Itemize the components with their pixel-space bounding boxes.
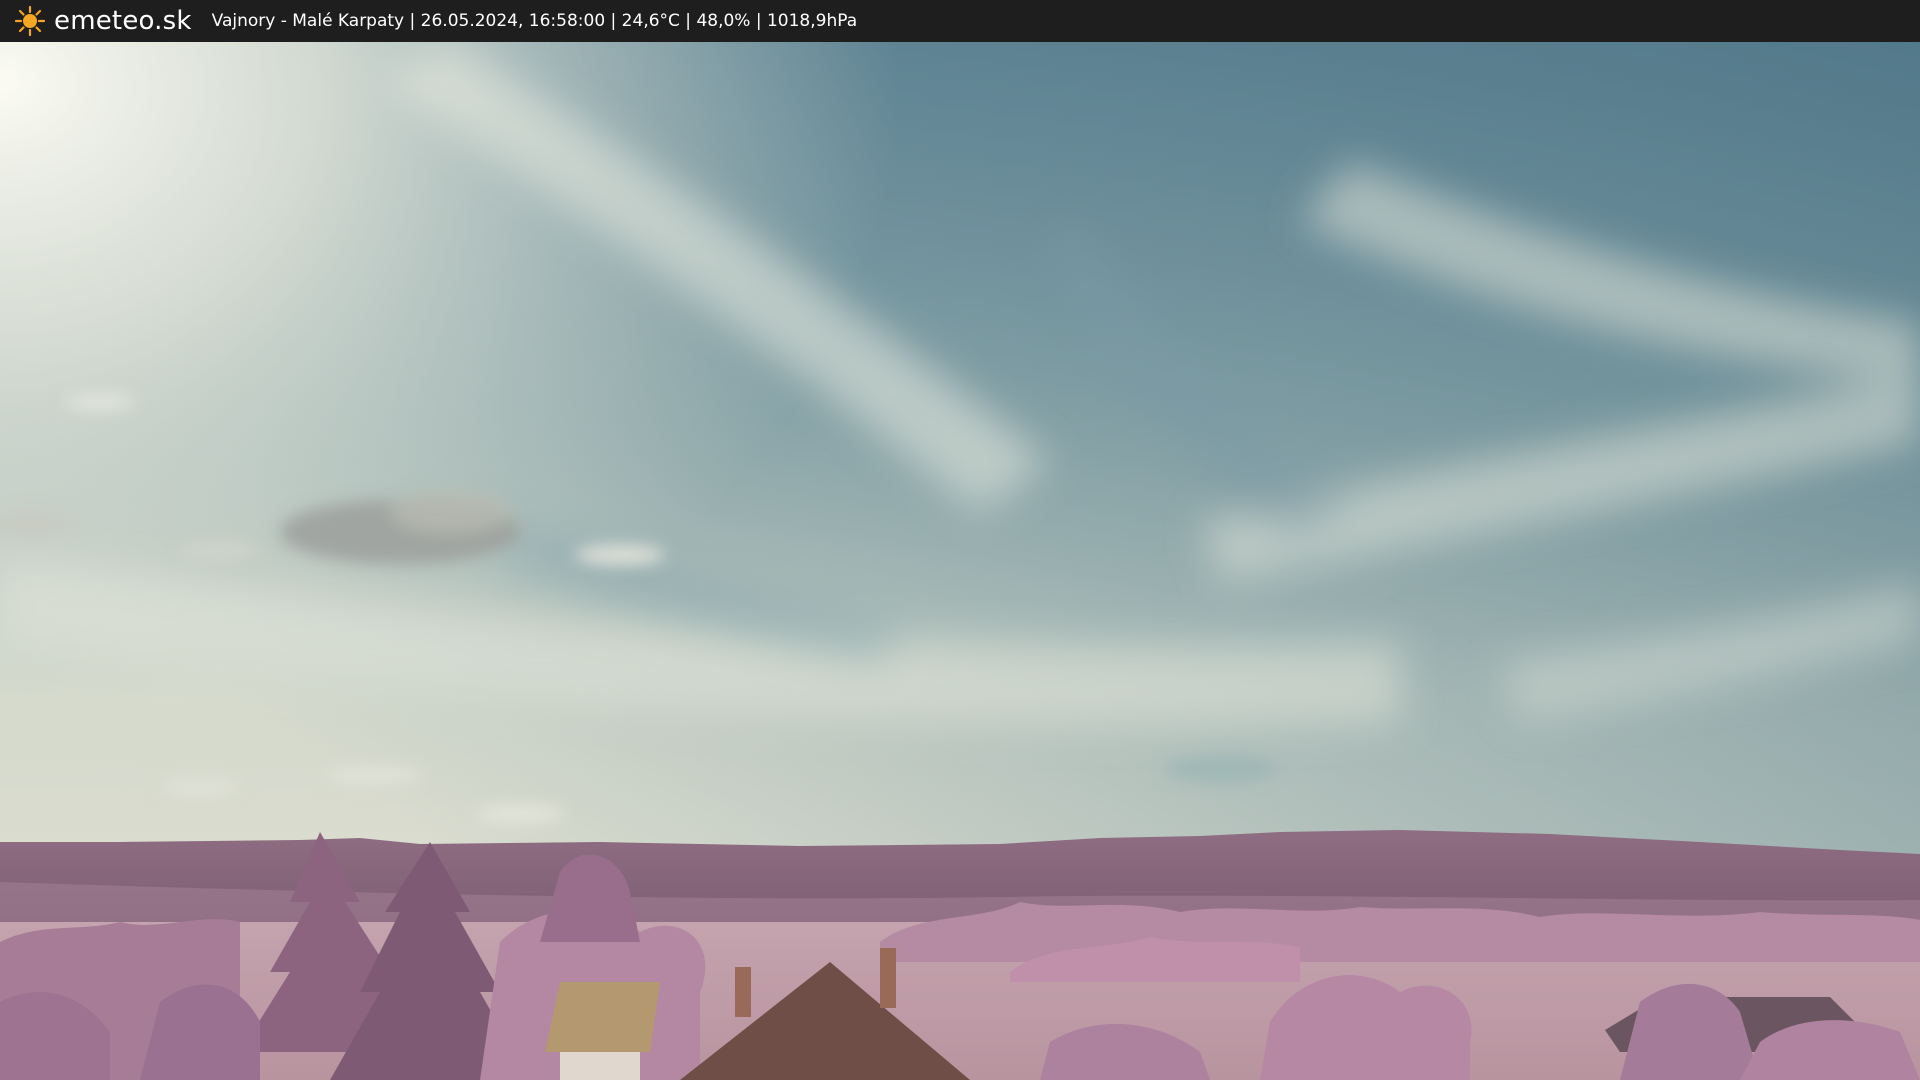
caption-bar: emeteo.sk Vajnory - Malé Karpaty | 26.05…: [0, 0, 1920, 42]
sun-icon: [14, 5, 46, 37]
station-caption: Vajnory - Malé Karpaty | 26.05.2024, 16:…: [211, 11, 858, 31]
webcam-image: [0, 42, 1920, 1080]
webcam-frame: emeteo.sk Vajnory - Malé Karpaty | 26.05…: [0, 0, 1920, 1080]
brand-logo-text: emeteo.sk: [54, 6, 192, 36]
